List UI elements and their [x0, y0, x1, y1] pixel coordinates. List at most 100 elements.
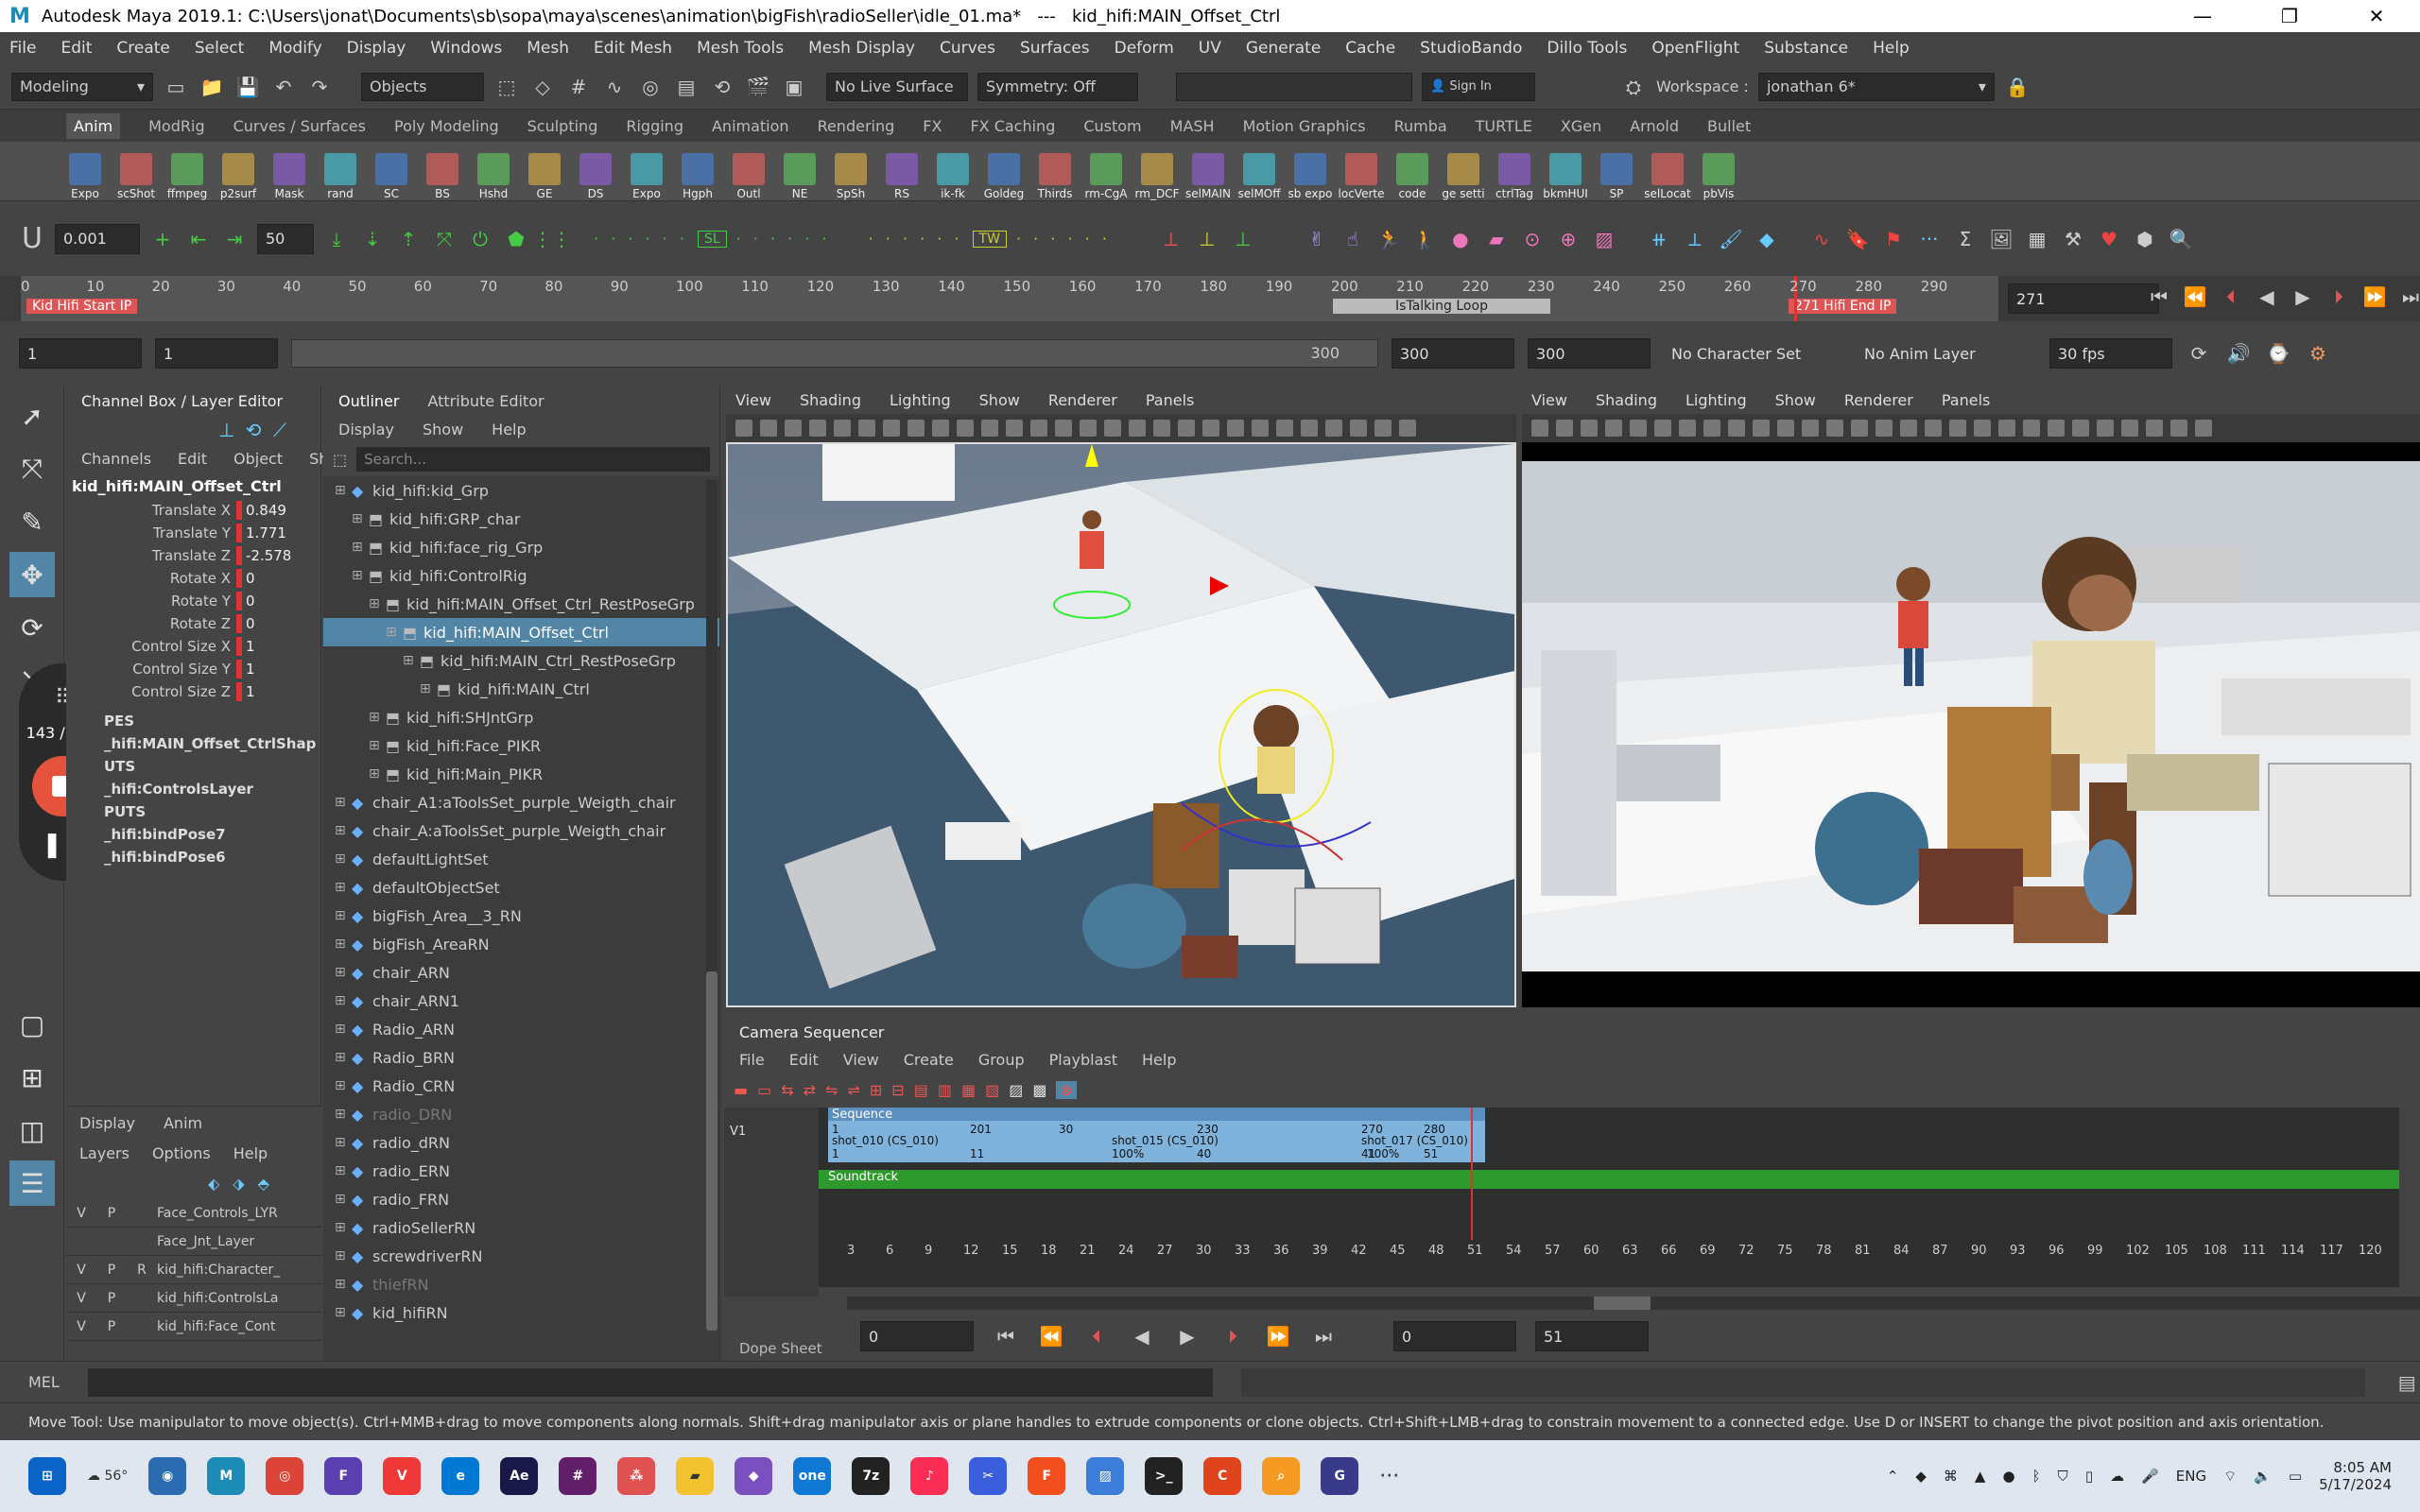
sign-in-button[interactable]: 👤 Sign In [1422, 72, 1535, 101]
menu-set-dropdown[interactable]: Modeling ▾ [11, 72, 153, 101]
layer-name[interactable]: kid_hifi:Face_Cont [157, 1319, 299, 1334]
next-key-icon[interactable]: ⏵ [2325, 284, 2352, 310]
channel-menu-channels[interactable]: Channels [81, 450, 151, 468]
viewport-tool-icon[interactable] [2023, 420, 2040, 437]
sequencer-menu-playblast[interactable]: Playblast [1049, 1051, 1117, 1069]
shelf-tab-mash[interactable]: MASH [1170, 117, 1215, 135]
shelf-tab-fx-caching[interactable]: FX Caching [970, 117, 1055, 135]
shelf-tab-sculpting[interactable]: Sculpting [527, 117, 598, 135]
shelf-tab-modrig[interactable]: ModRig [148, 117, 204, 135]
vivaldi-icon[interactable]: V [383, 1457, 422, 1495]
viewport-tool-icon[interactable] [858, 420, 875, 437]
bookmark-end[interactable]: 271 Hifi End IP [1789, 299, 1897, 314]
viewport-tool-icon[interactable] [1531, 420, 1548, 437]
channel-attr-row[interactable]: Control Size Z 1 [66, 680, 320, 703]
history-icon[interactable]: ⟲ [709, 74, 735, 100]
time-slider[interactable]: Kid Hifi Start IP IsTalking Loop 271 Hif… [0, 276, 2420, 321]
viewport-tool-icon[interactable] [957, 420, 974, 437]
sequence-clip[interactable]: Sequence 1 201 shot_010 (CS_010) 1 11 30 230 sh… [828, 1108, 1485, 1162]
globe-icon[interactable]: ⊕ [1555, 226, 1582, 252]
steps-field[interactable]: 50 [257, 223, 314, 254]
outliner-item[interactable]: ⊞ ◆ chair_ARN [323, 958, 719, 987]
viewport-tool-icon[interactable] [2170, 420, 2187, 437]
cube-icon[interactable]: ⬢ [2132, 226, 2158, 252]
layer-name[interactable]: Face_Jnt_Layer [157, 1234, 299, 1249]
seq-icon-1[interactable]: ▬ [734, 1081, 748, 1099]
paint-tool-icon[interactable]: ✎ [9, 499, 55, 544]
viewport-tool-icon[interactable] [760, 420, 777, 437]
select-tool-icon[interactable]: ➚ [9, 393, 55, 438]
channel-section[interactable]: _hifi:ControlsLayer [104, 781, 320, 803]
seq-current-field[interactable]: 0 [1393, 1321, 1516, 1351]
expand-icon[interactable]: ⊞ [335, 965, 352, 980]
flag-icon[interactable]: ⚑ [1880, 226, 1907, 252]
menu-substance[interactable]: Substance [1764, 39, 1848, 58]
battery-icon[interactable]: ▭ [2289, 1468, 2302, 1485]
outliner-item[interactable]: ⊞ ⬒ kid_hifi:SHJntGrp [323, 703, 719, 731]
maya-taskbar-icon[interactable]: M [207, 1457, 246, 1495]
filter-icon[interactable]: ⬚ [333, 451, 347, 469]
shelf-button-pbvis[interactable]: pbVis [1700, 153, 1737, 200]
image-icon[interactable]: 🖼 [1988, 226, 2014, 252]
menu-uv[interactable]: UV [1199, 39, 1221, 58]
viewport-tool-icon[interactable] [1178, 420, 1195, 437]
viewport-tool-icon[interactable] [1227, 420, 1244, 437]
viewport-tool-icon[interactable] [2195, 420, 2212, 437]
viewport-menu-renderer[interactable]: Renderer [1844, 391, 1913, 409]
viewport-tool-icon[interactable] [1080, 420, 1097, 437]
seq-icon-5[interactable]: ⇋ [825, 1081, 838, 1099]
go-to-start-icon[interactable]: ⏮ [2146, 284, 2172, 310]
menu-display[interactable]: Display [347, 39, 406, 58]
7zip-icon[interactable]: 7z [852, 1457, 890, 1495]
loop-icon[interactable]: ⟳ [2186, 340, 2212, 367]
snap-value-field[interactable]: 0.001 [55, 223, 140, 254]
layer-move-up-icon[interactable]: ⬖ [208, 1175, 219, 1193]
shelf-button-p2surf[interactable]: p2surf [219, 153, 257, 200]
expand-icon[interactable]: ⊞ [335, 1078, 352, 1093]
channel-attr-row[interactable]: Translate Y 1.771 [66, 522, 320, 544]
figure-icon[interactable]: 🚶 [1411, 226, 1438, 252]
tray-bluetooth-icon[interactable]: ᛒ [2032, 1468, 2041, 1485]
seq-icon-11[interactable]: ▦ [961, 1081, 976, 1099]
channel-attr-value[interactable]: 0.849 [246, 502, 286, 519]
viewport-tool-icon[interactable] [1703, 420, 1720, 437]
outliner-item[interactable]: ⊞ ◆ bigFish_AreaRN [323, 930, 719, 958]
new-scene-icon[interactable]: ▭ [163, 74, 189, 100]
layer-tab-anim[interactable]: Anim [164, 1114, 202, 1132]
bookmark-loop[interactable]: IsTalking Loop [1333, 299, 1550, 314]
outliner-item[interactable]: ⊞ ⬒ kid_hifi:ControlRig [323, 561, 719, 590]
shelf-tab-curves-surfaces[interactable]: Curves / Surfaces [233, 117, 366, 135]
shelf-button-goldeg[interactable]: Goldeg [984, 153, 1024, 200]
outliner-item[interactable]: ⊞ ◆ Radio_CRN [323, 1072, 719, 1100]
persp-scene[interactable] [728, 444, 1514, 1005]
outliner-menu-display[interactable]: Display [338, 421, 394, 438]
layer-menu-options[interactable]: Options [152, 1144, 211, 1162]
viewport-tool-icon[interactable] [1399, 420, 1416, 437]
viewport-tool-icon[interactable] [1153, 420, 1170, 437]
maximize-button[interactable]: ❐ [2246, 5, 2333, 27]
script-editor-icon[interactable]: ▤ [2394, 1369, 2420, 1396]
magnet-icon[interactable]: U [19, 222, 45, 255]
viewport-tool-icon[interactable] [1556, 420, 1573, 437]
shelf-tab-arnold[interactable]: Arnold [1630, 117, 1679, 135]
shelf-button-selmoff[interactable]: selMOff [1237, 153, 1281, 200]
channel-attr-row[interactable]: Rotate Y 0 [66, 590, 320, 612]
viewport-tool-icon[interactable] [834, 420, 851, 437]
menu-studiobando[interactable]: StudioBando [1420, 39, 1522, 58]
layer-r-toggle[interactable]: R [127, 1263, 157, 1278]
anim-layer-dropdown[interactable]: No Anim Layer [1857, 338, 2036, 369]
viewport-menu-panels[interactable]: Panels [1146, 391, 1195, 409]
expand-icon[interactable]: ⊞ [335, 795, 352, 810]
viewport-tool-icon[interactable] [1252, 420, 1269, 437]
outliner-item[interactable]: ⊞ ◆ thiefRN [323, 1270, 719, 1298]
viewport-camera[interactable]: View Shading Lighting Show Renderer Panels [1522, 386, 2420, 1009]
expand-icon[interactable]: ⊞ [335, 993, 352, 1008]
outliner-item[interactable]: ⊞ ⬒ kid_hifi:GRP_char [323, 505, 719, 533]
seq-start-field[interactable]: 0 [860, 1321, 974, 1351]
viewport-tool-icon[interactable] [1826, 420, 1843, 437]
mirror-icon[interactable]: ⬟ [503, 226, 529, 252]
minimize-button[interactable]: — [2159, 5, 2246, 27]
shelf-tab-poly-modeling[interactable]: Poly Modeling [394, 117, 499, 135]
start-time-field[interactable]: 1 [19, 338, 142, 369]
auto-key-icon[interactable]: ⌚ [2265, 340, 2291, 367]
